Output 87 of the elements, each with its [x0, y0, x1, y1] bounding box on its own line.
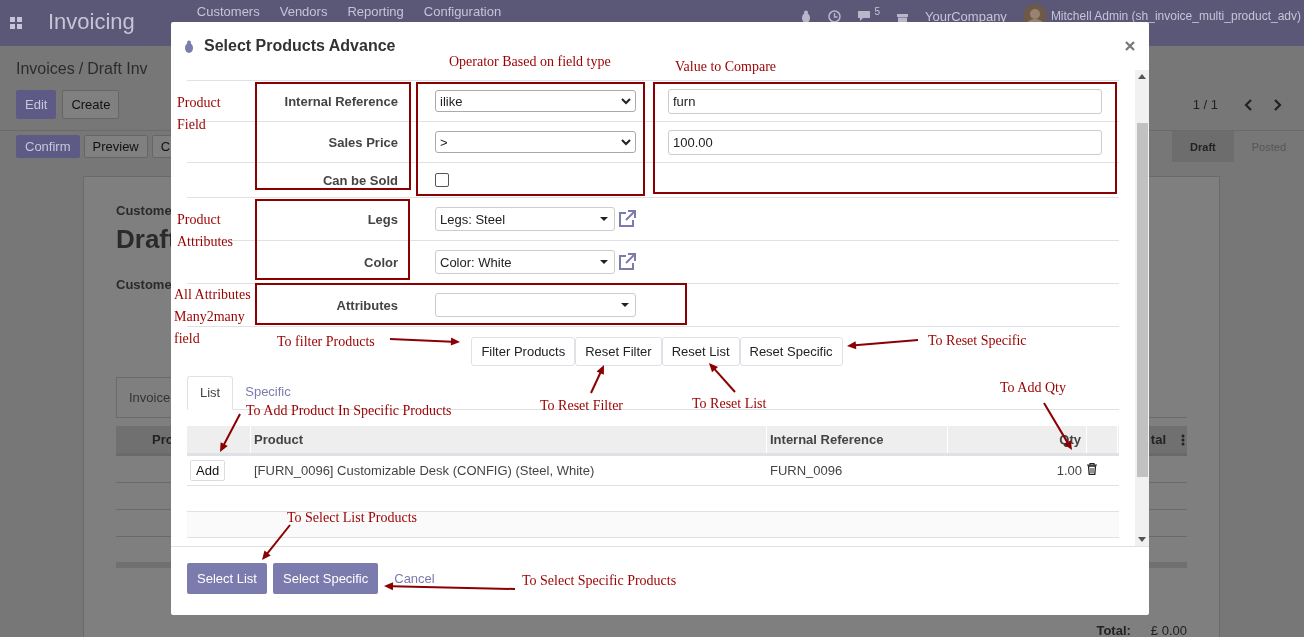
operator-select[interactable]: > [435, 131, 636, 153]
field-label: Internal Reference [284, 93, 398, 109]
close-icon[interactable] [1125, 41, 1135, 51]
annotation-arrow [389, 337, 460, 346]
annotation-label: Product Attributes [177, 211, 234, 251]
chat-icon[interactable] [857, 10, 872, 22]
field-label: Custome [116, 277, 173, 292]
menu-item[interactable]: Reporting [347, 4, 404, 19]
annotation-arrow [262, 524, 291, 560]
menu-item[interactable]: Configuration [423, 4, 502, 19]
add-button[interactable]: Add [190, 460, 226, 481]
annotation-label: To Select Specific Products [522, 573, 677, 589]
status-stage[interactable]: Draft [1172, 131, 1234, 162]
operator-select[interactable]: ilike [435, 90, 636, 112]
menu-item[interactable]: Vendors [279, 4, 328, 19]
attribute-select[interactable]: Legs: Steel [435, 207, 615, 231]
chevron-icon [621, 138, 631, 146]
field-label: Legs [367, 211, 398, 227]
scroll-down-icon[interactable] [1138, 537, 1146, 542]
table-cell-text: [FURN_0096] Customizable Desk (CONFIG) (Steel, White) [253, 463, 596, 478]
user-menu[interactable]: Mitchell Admin (sh_invoice_multi_product_adv) [1050, 9, 1304, 23]
annotation-label: To Add Product In Specific Products [246, 403, 452, 419]
message-count: 5 [874, 6, 880, 17]
pager-value: 1 / 1 [1192, 97, 1218, 112]
annotation-arrow [709, 363, 736, 393]
annotation-arrow [590, 365, 604, 394]
breadcrumb-current: Draft Inv [87, 60, 148, 78]
field-label: Color [364, 254, 398, 270]
table-cell-text: FURN_0096 [769, 463, 844, 478]
annotation-arrow [220, 413, 241, 452]
external-link-icon[interactable] [618, 253, 637, 271]
annotation-label: To Select List Products [287, 510, 418, 526]
filter-action-button[interactable]: Reset List [661, 337, 740, 366]
app-title[interactable]: Invoicing [48, 9, 135, 35]
annotation-label: To Add Qty [1000, 380, 1066, 396]
column-header: Product [251, 426, 767, 453]
menu-item[interactable]: Customers [196, 4, 260, 19]
action-button[interactable]: Confirm [16, 135, 80, 158]
create-button[interactable]: Create [62, 90, 120, 119]
cancel-link[interactable]: Cancel [394, 571, 435, 586]
annotation-label: Value to Compare [675, 59, 777, 75]
annotation-label: Operator Based on field type [449, 54, 611, 70]
annotation-label: All Attributes Many2many field [174, 286, 252, 348]
value-field[interactable]: furn [668, 88, 1102, 114]
filter-action-button[interactable]: Reset Specific [739, 337, 843, 366]
apps-menu-icon[interactable] [10, 17, 22, 29]
field-label: Sales Price [328, 134, 398, 150]
clock-icon[interactable] [828, 9, 842, 23]
value-field[interactable]: 100.00 [668, 129, 1102, 155]
column-header: Internal Reference [767, 426, 948, 453]
breadcrumb-separator: / [78, 60, 84, 78]
attribute-select[interactable]: Color: White [435, 250, 615, 274]
column-header: tal [1150, 432, 1166, 447]
caret-icon [621, 303, 629, 307]
table-cell-text: 1.00 [1055, 463, 1083, 478]
caret-icon [600, 260, 608, 264]
annotation-label: To Reset Specific [928, 333, 1027, 349]
breadcrumb-link[interactable]: Invoices [16, 60, 75, 78]
annotation-label: To Reset Filter [540, 398, 623, 414]
external-link-icon[interactable] [618, 210, 637, 228]
filter-action-button[interactable]: Reset Filter [575, 337, 662, 366]
annotation-label: Product Field [177, 94, 222, 134]
field-label: Attributes [336, 297, 398, 313]
previous-icon[interactable] [1244, 98, 1254, 111]
field-label: Custome [116, 203, 173, 218]
dialog-title: Select Products Advance [204, 37, 396, 55]
field-label: Can be Sold [322, 172, 398, 188]
annotation-label: To Reset List [692, 396, 767, 412]
tab[interactable]: List [187, 376, 234, 410]
total-label: Total: [1096, 623, 1131, 637]
select-button[interactable]: Select List [187, 563, 267, 594]
scroll-up-icon[interactable] [1138, 74, 1146, 79]
kebab-menu-icon[interactable] [1181, 433, 1185, 446]
checkbox[interactable] [435, 173, 449, 187]
total-value: £ 0.00 [1150, 623, 1187, 637]
annotation-arrow [847, 339, 919, 350]
edit-button[interactable]: Edit [16, 90, 57, 119]
filter-action-button[interactable]: Filter Products [471, 337, 576, 366]
action-button[interactable]: Preview [83, 135, 148, 158]
trash-icon[interactable] [1087, 463, 1097, 475]
company-switcher[interactable]: YourCompany [924, 8, 1007, 24]
chevron-icon [621, 97, 631, 105]
scrollbar-thumb[interactable] [1136, 123, 1148, 477]
next-icon[interactable] [1272, 98, 1282, 111]
select-button[interactable]: Select Specific [273, 563, 379, 594]
caret-icon [600, 217, 608, 221]
annotation-label: To filter Products [277, 334, 375, 350]
